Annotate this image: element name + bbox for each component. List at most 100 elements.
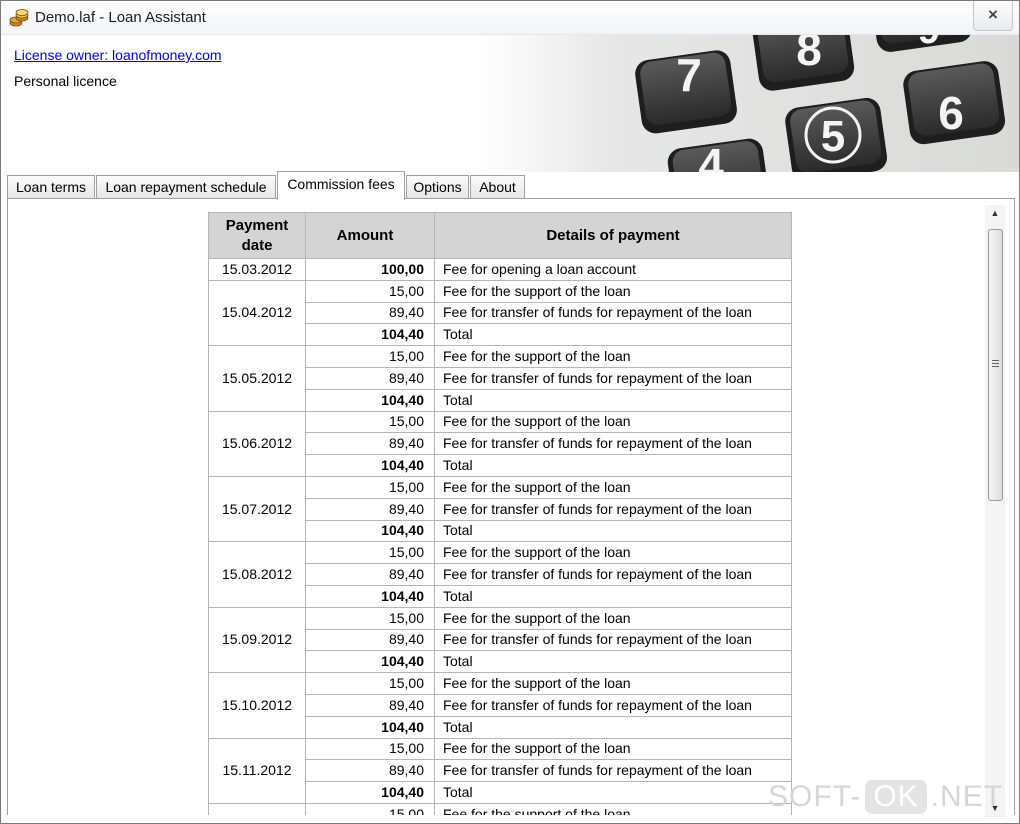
total-label-cell: Total [434, 388, 792, 412]
amount-cell: 89,40 [305, 366, 435, 390]
details-cell: Fee for transfer of funds for repayment … [434, 563, 792, 586]
details-cell: Fee for transfer of funds for repayment … [434, 628, 792, 652]
close-button[interactable]: × [973, 1, 1013, 31]
total-label-cell: Total [434, 781, 792, 804]
grip-icon [992, 360, 999, 367]
details-cell: Fee for the support of the loan [434, 279, 792, 303]
calc-key-4: 4 [698, 139, 724, 172]
scroll-thumb[interactable] [988, 229, 1003, 501]
details-cell: Fee for the support of the loan [434, 737, 792, 761]
total-label-cell: Total [434, 454, 792, 477]
amount-cell: 15,00 [305, 606, 435, 630]
details-cell: Fee for the support of the loan [434, 345, 792, 368]
total-amount-cell: 104,40 [305, 323, 435, 347]
watermark: SOFT- OK .NET [768, 780, 1003, 822]
payment-date-cell: 15.04.2012 [208, 279, 306, 347]
details-cell: Fee for transfer of funds for repayment … [434, 301, 792, 325]
amount-cell: 89,40 [305, 563, 435, 586]
tab-commission-fees[interactable]: Commission fees [277, 171, 405, 200]
amount-cell: 89,40 [305, 301, 435, 325]
payment-date-cell: 15.08.2012 [208, 541, 306, 608]
title-bar: Demo.laf - Loan Assistant × [1, 1, 1019, 35]
calc-key-8: 8 [796, 35, 822, 75]
amount-cell: 15,00 [305, 279, 435, 303]
table-row: 15.06.2012 15,00 Fee for the support of th… [208, 410, 792, 477]
table-row: 15.11.2012 15,00 Fee for the support of th… [208, 737, 792, 804]
payment-date-cell: 15.11.2012 [208, 737, 306, 804]
total-label-cell: Total [434, 650, 792, 674]
licence-type-label: Personal licence [14, 73, 117, 89]
table-header-row: Payment date Amount Details of payment [208, 212, 792, 259]
commission-fees-panel: Payment date Amount Details of payment 1… [7, 199, 1015, 815]
tab-loan-repayment-schedule[interactable]: Loan repayment schedule [96, 175, 276, 199]
table-row: 15.04.2012 15,00 Fee for the support of th… [208, 279, 792, 347]
details-cell: Fee for opening a loan account [434, 258, 792, 281]
amount-cell: 15,00 [305, 345, 435, 368]
tab-loan-terms[interactable]: Loan terms [7, 175, 95, 199]
total-label-cell: Total [434, 584, 792, 608]
details-cell: Fee for transfer of funds for repayment … [434, 759, 792, 783]
tab-options[interactable]: Options [406, 175, 469, 199]
amount-cell: 15,00 [305, 737, 435, 761]
calc-key-7: 7 [676, 49, 702, 101]
table-body: 15.03.2012 100,00 Fee for opening a loan… [208, 258, 792, 815]
tab-about[interactable]: About [470, 175, 525, 199]
payment-date-cell: 15.06.2012 [208, 410, 306, 477]
column-header-payment-date: Payment date [208, 212, 306, 259]
details-cell: Fee for the support of the loan [434, 672, 792, 695]
details-cell: Fee for transfer of funds for repayment … [434, 693, 792, 717]
column-header-amount: Amount [305, 212, 435, 259]
payment-date-cell [208, 802, 306, 815]
table-row: 15.08.2012 15,00 Fee for the support of th… [208, 541, 792, 608]
calc-key-9: 9 [918, 35, 940, 52]
total-label-cell: Total [434, 715, 792, 739]
details-cell: Fee for transfer of funds for repayment … [434, 432, 792, 456]
total-amount-cell: 104,40 [305, 650, 435, 674]
table-row: 15.09.2012 15,00 Fee for the support of th… [208, 606, 792, 674]
total-amount-cell: 104,40 [305, 781, 435, 804]
license-owner-link[interactable]: License owner: loanofmoney.com [14, 47, 222, 63]
scroll-up-arrow-icon[interactable]: ▲ [985, 205, 1005, 222]
header-date-line2: date [241, 236, 273, 254]
app-window: Demo.laf - Loan Assistant × 7 8 4 5 6 Li… [0, 0, 1020, 824]
total-label-cell: Total [434, 519, 792, 543]
table-row: 15,00 Fee for the support of the loan [208, 802, 792, 815]
header-date-line1: Payment [225, 216, 289, 234]
amount-cell: 15,00 [305, 410, 435, 434]
watermark-left: SOFT- [768, 780, 862, 813]
payment-date-cell: 15.05.2012 [208, 345, 306, 412]
table-row: 15.07.2012 15,00 Fee for the support of th… [208, 475, 792, 543]
watermark-right: .NET [930, 780, 1004, 813]
watermark-box: OK [865, 780, 927, 814]
commission-fees-table: Payment date Amount Details of payment 1… [208, 212, 792, 815]
vertical-scrollbar[interactable]: ▲ ▼ [985, 205, 1005, 817]
calc-key-5: 5 [821, 112, 845, 161]
calc-key-6: 6 [938, 87, 964, 139]
total-amount-cell: 104,40 [305, 715, 435, 739]
header-panel: 7 8 9 4 5 6 License owner: loanofmoney.c… [1, 35, 1019, 172]
payment-date-cell: 15.07.2012 [208, 475, 306, 543]
coins-icon [9, 9, 29, 27]
table-row: 15.05.2012 15,00 Fee for the support of th… [208, 345, 792, 412]
details-cell: Fee for the support of the loan [434, 541, 792, 565]
amount-cell: 89,40 [305, 432, 435, 456]
tab-strip: Loan terms Loan repayment schedule Commi… [7, 171, 1015, 200]
amount-cell: 89,40 [305, 759, 435, 783]
details-cell: Fee for the support of the loan [434, 802, 792, 815]
amount-cell: 15,00 [305, 541, 435, 565]
amount-cell: 100,00 [305, 258, 435, 281]
details-cell: Fee for transfer of funds for repayment … [434, 366, 792, 390]
total-amount-cell: 104,40 [305, 584, 435, 608]
window-title: Demo.laf - Loan Assistant [35, 9, 206, 26]
amount-cell: 89,40 [305, 497, 435, 521]
details-cell: Fee for transfer of funds for repayment … [434, 497, 792, 521]
table-row: 15.10.2012 15,00 Fee for the support of th… [208, 672, 792, 739]
details-cell: Fee for the support of the loan [434, 475, 792, 499]
amount-cell: 15,00 [305, 475, 435, 499]
total-amount-cell: 104,40 [305, 519, 435, 543]
details-cell: Fee for the support of the loan [434, 606, 792, 630]
amount-cell: 15,00 [305, 672, 435, 695]
amount-cell: 15,00 [305, 802, 435, 815]
details-cell: Fee for the support of the loan [434, 410, 792, 434]
amount-cell: 89,40 [305, 693, 435, 717]
